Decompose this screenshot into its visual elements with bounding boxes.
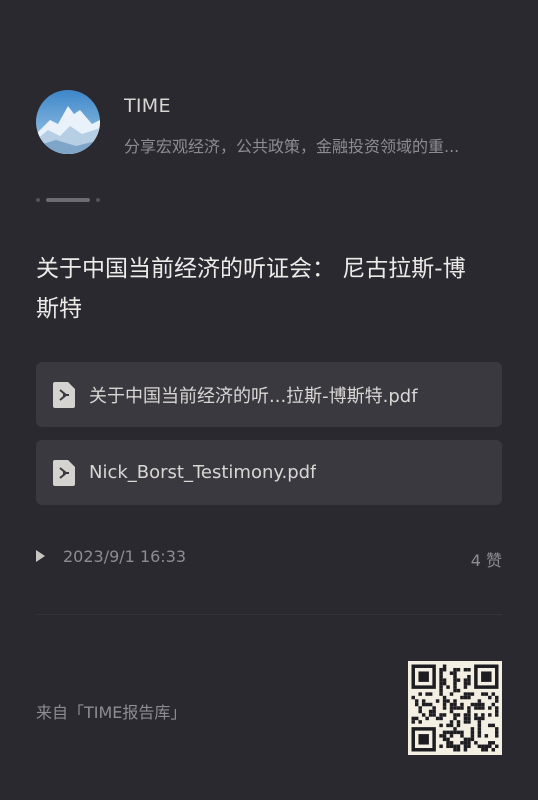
source-label: 来自「TIME报告库」 xyxy=(36,703,187,722)
divider xyxy=(36,614,502,615)
attachment-item[interactable]: Nick_Borst_Testimony.pdf xyxy=(36,440,502,505)
post-timestamp: 2023/9/1 16:33 xyxy=(63,547,187,566)
attachment-name: 关于中国当前经济的听...拉斯-博斯特.pdf xyxy=(89,385,418,407)
page-indicator xyxy=(36,198,106,204)
post-meta: 2023/9/1 16:33 4 赞 xyxy=(36,545,502,571)
post-title: 关于中国当前经济的听证会： 尼古拉斯-博斯特 xyxy=(36,256,466,322)
attachment-name: Nick_Borst_Testimony.pdf xyxy=(89,462,317,483)
like-count[interactable]: 4 赞 xyxy=(471,547,502,571)
account-description: 分享宏观经济，公共政策，金融投资领域的重... xyxy=(124,137,460,156)
avatar[interactable] xyxy=(36,90,100,154)
play-icon[interactable] xyxy=(36,550,45,562)
pdf-file-icon xyxy=(53,381,75,408)
attachment-item[interactable]: 关于中国当前经济的听...拉斯-博斯特.pdf xyxy=(36,362,502,427)
account-name[interactable]: TIME xyxy=(124,95,171,117)
qr-code-icon xyxy=(408,661,502,755)
pdf-file-icon xyxy=(53,459,75,486)
